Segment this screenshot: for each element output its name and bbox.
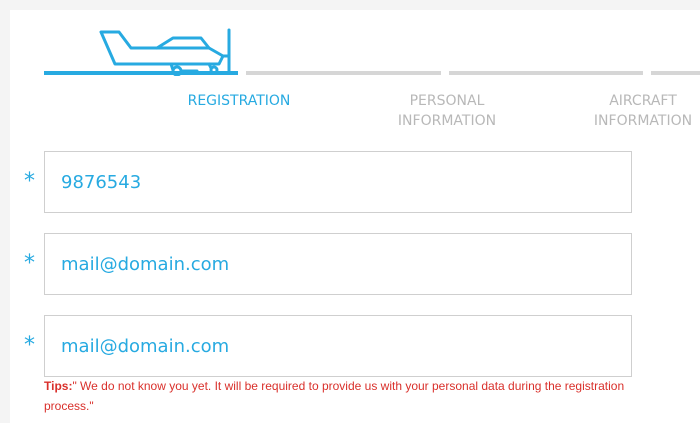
step-progress-bar-next (651, 71, 700, 75)
email-confirm-input[interactable] (44, 315, 632, 377)
step-label-aircraft-information[interactable]: AIRCRAFT INFORMATION (558, 91, 700, 131)
email-field-row: * (0, 233, 700, 295)
phone-input[interactable] (44, 151, 632, 213)
tips-label: Tips: (44, 379, 73, 393)
email-input[interactable] (44, 233, 632, 295)
required-marker: * (24, 333, 35, 358)
step-label-personal-information[interactable]: PERSONAL INFORMATION (362, 91, 532, 131)
registration-progress: REGISTRATION PERSONAL INFORMATION AIRCRA… (0, 0, 700, 140)
step-label-registration[interactable]: REGISTRATION (154, 91, 324, 111)
step-progress-bar-personal (246, 71, 441, 75)
phone-field-row: * (0, 151, 700, 213)
tips-text: " We do not know you yet. It will be req… (44, 379, 625, 413)
email-confirm-field-row: * (0, 315, 700, 377)
registration-tips: Tips:" We do not know you yet. It will b… (44, 376, 644, 416)
step-progress-bar-aircraft (449, 71, 643, 75)
step-progress-bar-registration (44, 71, 238, 75)
required-marker: * (24, 169, 35, 194)
required-marker: * (24, 251, 35, 276)
plane-icon (99, 28, 231, 76)
